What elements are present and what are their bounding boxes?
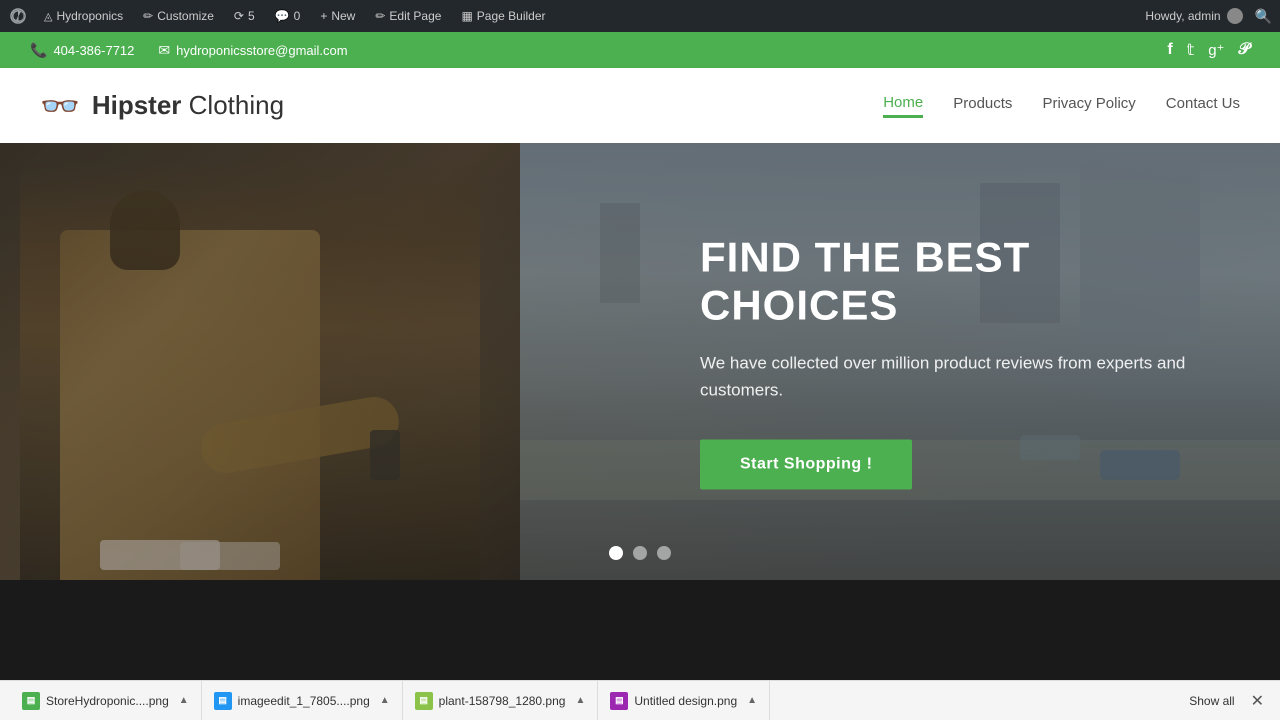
admin-bar-updates[interactable]: ⟳ 5 [230, 9, 259, 23]
pinterest-icon[interactable]: 𝒫 [1238, 41, 1250, 59]
email-icon: ✉ [158, 42, 170, 59]
start-shopping-button[interactable]: Start Shopping ! [700, 440, 912, 490]
nav-item-home[interactable]: Home [883, 94, 923, 118]
download-item-4[interactable]: ▤ Untitled design.png ▲ [598, 681, 770, 720]
hero-title: FIND THE BEST CHOICES [700, 233, 1220, 330]
contact-info: 📞 404-386-7712 ✉ hydroponicsstore@gmail.… [30, 42, 348, 59]
slider-dot-1[interactable] [609, 546, 623, 560]
facebook-icon[interactable]: f [1167, 41, 1172, 59]
download-filename-4: Untitled design.png [634, 694, 737, 708]
download-item-3[interactable]: ▤ plant-158798_1280.png ▲ [403, 681, 599, 720]
downloads-bar: ▤ StoreHydroponic....png ▲ ▤ imageedit_1… [0, 680, 1280, 720]
admin-bar-howdy: Howdy, admin [1145, 8, 1242, 24]
logo-glasses-icon: 👓 [40, 87, 80, 125]
admin-bar-customize[interactable]: ✏ Customize [139, 9, 218, 23]
email-contact: ✉ hydroponicsstore@gmail.com [158, 42, 347, 59]
file-icon-plant: ▤ [415, 692, 433, 710]
site-logo[interactable]: 👓 Hipster Clothing [40, 87, 284, 125]
admin-bar-page-builder[interactable]: ▦ Page Builder [457, 9, 549, 23]
show-all-button[interactable]: Show all [1179, 694, 1244, 708]
chevron-icon-2: ▲ [380, 695, 390, 706]
admin-avatar [1227, 8, 1243, 24]
slider-dot-3[interactable] [657, 546, 671, 560]
slider-dot-2[interactable] [633, 546, 647, 560]
file-icon-img: ▤ [214, 692, 232, 710]
file-icon-design: ▤ [610, 692, 628, 710]
admin-bar-new[interactable]: + New [316, 9, 359, 23]
download-filename-2: imageedit_1_7805....png [238, 694, 370, 708]
chevron-icon-4: ▲ [747, 695, 757, 706]
nav-item-contact-us[interactable]: Contact Us [1166, 95, 1240, 116]
logo-text: Hipster Clothing [92, 90, 284, 121]
twitter-icon[interactable]: 𝕥 [1187, 40, 1194, 60]
phone-contact: 📞 404-386-7712 [30, 42, 134, 59]
download-item-1[interactable]: ▤ StoreHydroponic....png ▲ [10, 681, 202, 720]
site-navigation: Home Products Privacy Policy Contact Us [883, 94, 1240, 118]
close-downloads-button[interactable]: ✕ [1245, 691, 1270, 711]
admin-bar-edit-page[interactable]: ✏ Edit Page [371, 9, 445, 23]
nav-item-products[interactable]: Products [953, 95, 1012, 116]
phone-icon: 📞 [30, 42, 47, 59]
admin-bar-comments[interactable]: 💬 0 [271, 9, 305, 23]
chevron-icon-3: ▲ [575, 695, 585, 706]
wp-admin-bar: ◬ Hydroponics ✏ Customize ⟳ 5 💬 0 + New … [0, 0, 1280, 32]
nav-item-privacy-policy[interactable]: Privacy Policy [1042, 95, 1135, 116]
chevron-icon-1: ▲ [179, 695, 189, 706]
contact-bar: 📞 404-386-7712 ✉ hydroponicsstore@gmail.… [0, 32, 1280, 68]
slider-dots [609, 546, 671, 560]
googleplus-icon[interactable]: g⁺ [1208, 41, 1224, 59]
download-item-2[interactable]: ▤ imageedit_1_7805....png ▲ [202, 681, 403, 720]
download-filename-3: plant-158798_1280.png [439, 694, 566, 708]
download-filename-1: StoreHydroponic....png [46, 694, 169, 708]
hero-content: FIND THE BEST CHOICES We have collected … [660, 233, 1280, 490]
admin-bar-site[interactable]: ◬ Hydroponics [40, 9, 127, 23]
admin-bar-search-icon[interactable]: 🔍 [1255, 8, 1272, 25]
wp-logo-icon[interactable] [8, 6, 28, 26]
site-header: 👓 Hipster Clothing Home Products Privacy… [0, 68, 1280, 143]
file-icon-png: ▤ [22, 692, 40, 710]
social-icons: f 𝕥 g⁺ 𝒫 [1167, 40, 1250, 60]
hero-section: FIND THE BEST CHOICES We have collected … [0, 143, 1280, 580]
hero-subtitle: We have collected over million product r… [700, 350, 1220, 404]
